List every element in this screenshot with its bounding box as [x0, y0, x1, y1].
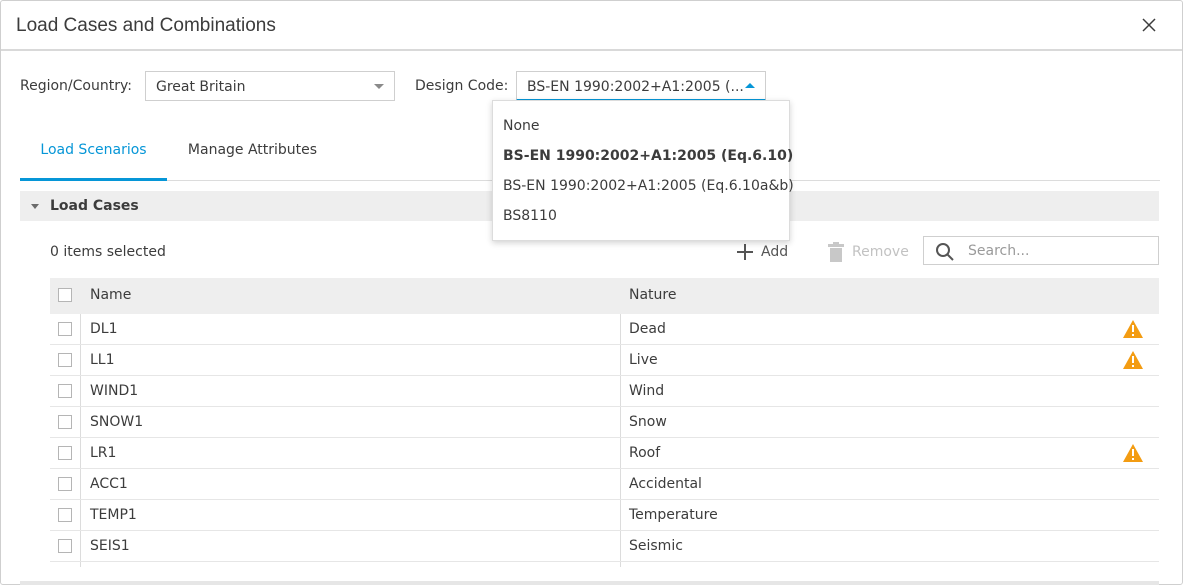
row-checkbox[interactable] — [58, 384, 72, 398]
add-button-label: Add — [761, 244, 789, 260]
design-code-label: Design Code: — [415, 78, 509, 94]
collapse-triangle-icon — [31, 204, 39, 209]
select-all-checkbox[interactable] — [58, 288, 72, 302]
region-select-value: Great Britain — [156, 79, 246, 95]
table-row[interactable]: ACC1 Accidental — [50, 469, 1159, 500]
design-code-select-value: BS-EN 1990:2002+A1:2005 (... — [527, 79, 744, 95]
table-header: Name Nature — [50, 278, 1159, 314]
row-nature: Dead — [629, 321, 666, 337]
dialog-title: Load Cases and Combinations — [16, 15, 276, 36]
section-title: Load Cases — [50, 198, 139, 214]
column-header-nature[interactable]: Nature — [629, 287, 676, 303]
row-nature: Snow — [629, 414, 667, 430]
region-select[interactable]: Great Britain — [145, 71, 395, 101]
design-code-select[interactable]: BS-EN 1990:2002+A1:2005 (... — [516, 71, 766, 101]
load-cases-dialog: Load Cases and Combinations Region/Count… — [0, 0, 1183, 585]
row-name: SEIS1 — [90, 538, 130, 554]
row-checkbox[interactable] — [58, 353, 72, 367]
search-input[interactable] — [968, 242, 1148, 260]
tab-manage-attributes[interactable]: Manage Attributes — [180, 131, 325, 181]
plus-icon — [737, 244, 753, 260]
table-row[interactable]: SEIS1 Seismic — [50, 531, 1159, 562]
row-checkbox[interactable] — [58, 508, 72, 522]
row-checkbox[interactable] — [58, 322, 72, 336]
dialog-titlebar: Load Cases and Combinations — [1, 1, 1182, 51]
row-checkbox[interactable] — [58, 446, 72, 460]
row-checkbox[interactable] — [58, 539, 72, 553]
dropdown-option-eq610[interactable]: BS-EN 1990:2002+A1:2005 (Eq.6.10) — [503, 148, 793, 164]
row-name: LR1 — [90, 445, 117, 461]
add-button[interactable]: Add — [737, 241, 788, 263]
row-checkbox[interactable] — [58, 415, 72, 429]
search-icon — [936, 243, 954, 261]
row-name: LL1 — [90, 352, 115, 368]
selection-status: 0 items selected — [50, 244, 166, 260]
search-box[interactable] — [923, 236, 1159, 265]
design-code-dropdown: None BS-EN 1990:2002+A1:2005 (Eq.6.10) B… — [492, 100, 794, 241]
table-row[interactable]: LR1 Roof — [50, 438, 1159, 469]
close-button[interactable] — [1138, 14, 1160, 36]
row-checkbox[interactable] — [58, 477, 72, 491]
table-row[interactable]: LL1 Live — [50, 345, 1159, 376]
row-name: TEMP1 — [90, 507, 137, 523]
dropdown-option-none[interactable]: None — [503, 118, 540, 134]
dropdown-option-bs8110[interactable]: BS8110 — [503, 208, 557, 224]
table-row[interactable]: DL1 Dead — [50, 314, 1159, 345]
table-row[interactable]: SNOW1 Snow — [50, 407, 1159, 438]
tab-load-scenarios[interactable]: Load Scenarios — [20, 131, 167, 181]
row-nature: Wind — [629, 383, 665, 399]
row-nature: Accidental — [629, 476, 702, 492]
warning-icon[interactable] — [1123, 351, 1143, 369]
row-nature: Temperature — [629, 507, 718, 523]
table-body: DL1 Dead LL1 Live WIND1 Wind SNOW1 Snow LR1 Roof A… — [50, 314, 1159, 562]
region-label: Region/Country: — [20, 78, 132, 94]
row-name: SNOW1 — [90, 414, 144, 430]
row-name: DL1 — [90, 321, 118, 337]
row-nature: Live — [629, 352, 658, 368]
chevron-down-icon — [374, 84, 384, 89]
row-name: ACC1 — [90, 476, 128, 492]
row-nature: Seismic — [629, 538, 683, 554]
remove-button-label: Remove — [852, 244, 909, 260]
row-nature: Roof — [629, 445, 661, 461]
row-name: WIND1 — [90, 383, 139, 399]
bottom-divider — [20, 581, 1159, 585]
warning-icon[interactable] — [1123, 444, 1143, 462]
chevron-up-icon — [745, 83, 755, 88]
column-header-name[interactable]: Name — [90, 287, 131, 303]
warning-icon[interactable] — [1123, 320, 1143, 338]
remove-button[interactable]: Remove — [828, 241, 909, 263]
table-row[interactable]: TEMP1 Temperature — [50, 500, 1159, 531]
trash-icon — [828, 242, 844, 262]
load-cases-table: Name Nature DL1 Dead LL1 Live WIND1 Wind SNOW1… — [50, 278, 1159, 567]
table-row[interactable]: WIND1 Wind — [50, 376, 1159, 407]
close-icon — [1142, 18, 1156, 32]
dropdown-option-eq610ab[interactable]: BS-EN 1990:2002+A1:2005 (Eq.6.10a&b) — [503, 178, 794, 194]
